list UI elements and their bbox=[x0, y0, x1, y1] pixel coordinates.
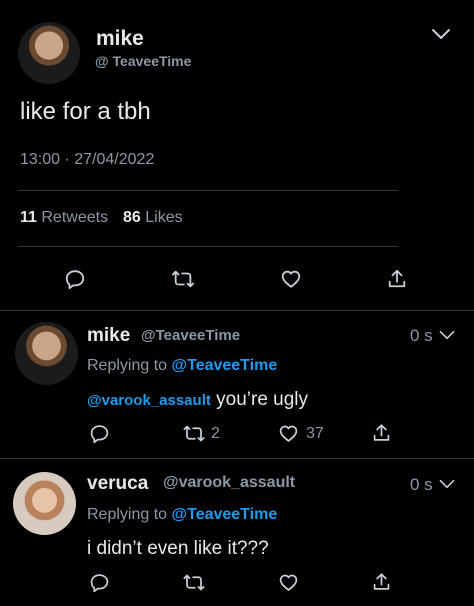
engagement-stats: 11 Retweets 86 Likes bbox=[20, 209, 183, 227]
tweet-time: 0 s bbox=[410, 326, 433, 345]
like-count: 37 bbox=[306, 425, 324, 442]
tweet-text: like for a tbh bbox=[20, 98, 151, 125]
chevron-down-icon[interactable] bbox=[438, 477, 456, 491]
avatar[interactable] bbox=[13, 472, 76, 535]
reply-icon[interactable] bbox=[64, 268, 86, 290]
timestamp[interactable]: 13:00 · 27/04/2022 bbox=[20, 151, 154, 169]
retweets-count[interactable]: 11 bbox=[20, 209, 37, 226]
display-name[interactable]: mike bbox=[96, 27, 144, 51]
handle[interactable]: @varook_assault bbox=[163, 474, 295, 492]
replying-to: Replying to @TeaveeTime bbox=[87, 506, 277, 524]
divider bbox=[18, 190, 398, 191]
chevron-down-icon[interactable] bbox=[430, 26, 452, 42]
avatar[interactable] bbox=[18, 22, 80, 84]
retweets-label[interactable]: Retweets bbox=[41, 209, 108, 226]
likes-label[interactable]: Likes bbox=[145, 209, 182, 226]
display-name[interactable]: veruca bbox=[87, 473, 148, 495]
replying-to-label: Replying to bbox=[87, 506, 168, 523]
replying-to-handle[interactable]: @TeaveeTime bbox=[172, 506, 278, 523]
replying-to: Replying to @TeaveeTime bbox=[87, 357, 277, 375]
heart-icon[interactable] bbox=[277, 572, 300, 593]
share-icon[interactable] bbox=[387, 268, 407, 290]
tweet-time: 0 s bbox=[410, 475, 433, 494]
replying-to-handle[interactable]: @TeaveeTime bbox=[172, 357, 278, 374]
divider bbox=[18, 246, 398, 247]
retweet-icon[interactable] bbox=[182, 572, 206, 593]
mention-link[interactable]: @varook_assault bbox=[87, 392, 211, 409]
replying-to-label: Replying to bbox=[87, 357, 168, 374]
reply-icon[interactable] bbox=[89, 572, 110, 593]
retweet-icon[interactable] bbox=[182, 423, 206, 444]
share-icon[interactable] bbox=[372, 571, 391, 593]
tweet-text: @varook_assault you’re ugly bbox=[87, 389, 308, 411]
tweet-text: i didn’t even like it??? bbox=[87, 538, 269, 559]
chevron-down-icon[interactable] bbox=[438, 328, 456, 342]
divider bbox=[0, 458, 474, 459]
reply-icon[interactable] bbox=[89, 423, 110, 444]
divider bbox=[0, 310, 474, 311]
handle[interactable]: @ TeaveeTime bbox=[95, 53, 191, 69]
retweet-count: 2 bbox=[211, 425, 220, 442]
display-name[interactable]: mike bbox=[87, 325, 130, 347]
heart-icon[interactable] bbox=[277, 423, 300, 444]
heart-icon[interactable] bbox=[279, 268, 303, 290]
share-icon[interactable] bbox=[372, 422, 391, 444]
retweet-icon[interactable] bbox=[171, 268, 195, 290]
handle[interactable]: @TeaveeTime bbox=[141, 327, 240, 344]
likes-count[interactable]: 86 bbox=[123, 209, 141, 226]
avatar[interactable] bbox=[15, 322, 78, 385]
tweet-body: you’re ugly bbox=[210, 389, 309, 410]
